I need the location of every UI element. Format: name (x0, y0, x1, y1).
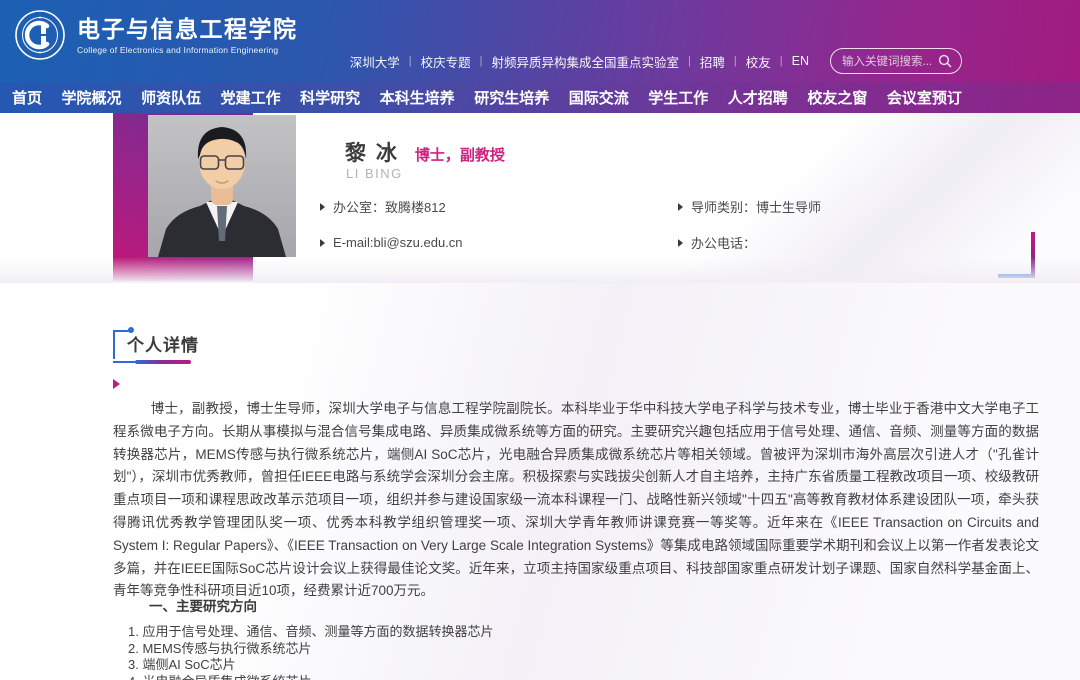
top-link-alumni[interactable]: 校友 (746, 52, 771, 71)
research-item: 2. MEMS传感与执行微系统芯片 (128, 640, 312, 656)
section-header: 个人详情 (113, 327, 199, 364)
nav-item-meeting-room[interactable]: 会议室预订 (887, 87, 962, 108)
top-link-en[interactable]: EN (792, 54, 809, 68)
research-item: 1. 应用于信号处理、通信、音频、测量等方面的数据转换器芯片 (128, 624, 494, 639)
nav-item-research[interactable]: 科学研究 (300, 87, 360, 108)
college-name-en: College of Electronics and Information E… (77, 45, 279, 55)
underline-thin (113, 361, 135, 363)
nav-item-international[interactable]: 国际交流 (569, 87, 629, 108)
field-office: 办公室： 致腾楼812 (320, 197, 678, 216)
divider: | (733, 55, 737, 67)
top-link-lab[interactable]: 射频异质异构集成全国重点实验室 (492, 52, 680, 71)
search-placeholder: 输入关键词搜索... (842, 56, 933, 68)
field-office-phone: 办公电话： (678, 233, 960, 252)
nav-item-undergrad[interactable]: 本科生培养 (380, 87, 455, 108)
top-link-szu[interactable]: 深圳大学 (350, 52, 400, 71)
research-directions: 一、主要研究方向 1. 应用于信号处理、通信、音频、测量等方面的数据转换器芯片 … (113, 595, 493, 680)
nav-item-alumni[interactable]: 校友之窗 (807, 87, 867, 108)
section-decor-dot (128, 327, 134, 333)
nav-item-home[interactable]: 首页 (12, 87, 42, 108)
research-heading: 一、主要研究方向 (149, 599, 257, 614)
college-name: 电子与信息工程学院 College of Electronics and Inf… (77, 15, 298, 55)
search-icon[interactable] (938, 54, 952, 68)
field-office-value: 致腾楼812 (385, 200, 446, 215)
biography-text: 博士，副教授，博士生导师，深圳大学电子与信息工程学院副院长。本科毕业于华中科技大… (113, 401, 1039, 599)
field-office-label: 办公室： (333, 200, 386, 215)
divider: | (408, 55, 412, 67)
profile-banner: 黎 冰 博士，副教授 LI BING 办公室： 致腾楼812 导师类别： 博士生… (0, 113, 1080, 283)
faculty-title: 博士，副教授 (414, 147, 505, 164)
search-input[interactable]: 输入关键词搜索... (830, 48, 962, 74)
nav-item-party[interactable]: 党建工作 (221, 87, 281, 108)
divider: | (688, 55, 691, 67)
underline-gradient (135, 360, 191, 364)
section-underline (113, 360, 199, 364)
faculty-name-en: LI BING (346, 166, 403, 181)
college-brand[interactable]: 电子与信息工程学院 College of Electronics and Inf… (14, 9, 298, 61)
main-nav: 首页 学院概况 师资队伍 党建工作 科学研究 本科生培养 研究生培养 国际交流 … (0, 82, 1080, 113)
section-title: 个人详情 (127, 336, 199, 355)
research-list: 1. 应用于信号处理、通信、音频、测量等方面的数据转换器芯片 2. MEMS传感… (128, 624, 493, 680)
triangle-right-icon (678, 238, 683, 247)
field-supervisor-type-label: 导师类别： (691, 200, 757, 215)
faculty-profile-page: 电子与信息工程学院 College of Electronics and Inf… (0, 0, 1080, 680)
contact-fields: 办公室： 致腾楼812 导师类别： 博士生导师 E-mail: bli@szu.… (320, 197, 960, 252)
nav-item-graduate[interactable]: 研究生培养 (474, 87, 549, 108)
field-supervisor-type: 导师类别： 博士生导师 (678, 197, 960, 216)
divider: | (779, 55, 783, 67)
details-section: 个人详情 博士，副教授，博士生导师，深圳大学电子与信息工程学院副院长。本科毕业于… (0, 283, 1080, 680)
site-header: 电子与信息工程学院 College of Electronics and Inf… (0, 0, 1080, 82)
field-email-label: E-mail: (333, 235, 374, 250)
utility-bar: 深圳大学 | 校庆专题 | 射频异质异构集成全国重点实验室 | 招聘 | 校友 … (350, 48, 962, 74)
faculty-name: 黎 冰 (345, 142, 399, 165)
triangle-right-icon (678, 202, 683, 211)
triangle-right-icon (113, 379, 120, 389)
nav-item-overview[interactable]: 学院概况 (62, 87, 122, 108)
research-item: 4. 光电融合异质集成微系统芯片 (128, 674, 493, 680)
nav-item-faculty[interactable]: 师资队伍 (141, 87, 201, 108)
section-decor-vline (113, 330, 115, 359)
triangle-right-icon (320, 202, 325, 211)
field-supervisor-type-value: 博士生导师 (756, 200, 822, 215)
field-office-phone-label: 办公电话： (691, 236, 757, 251)
research-item: 3. 端侧AI SoC芯片 (128, 657, 236, 672)
triangle-right-icon (320, 238, 325, 247)
top-link-recruit[interactable]: 招聘 (700, 52, 725, 71)
faculty-photo (148, 115, 296, 257)
field-email: E-mail: bli@szu.edu.cn (320, 233, 678, 252)
divider: | (479, 55, 483, 67)
college-name-zh: 电子与信息工程学院 (77, 16, 298, 42)
nav-item-students[interactable]: 学生工作 (648, 87, 708, 108)
banner-bottom-fade (0, 257, 1080, 283)
college-logo-icon (15, 10, 65, 60)
top-link-anniversary[interactable]: 校庆专题 (421, 52, 471, 71)
nav-item-jobs[interactable]: 人才招聘 (728, 87, 788, 108)
section-decor-tline (113, 330, 129, 332)
field-email-value[interactable]: bli@szu.edu.cn (373, 235, 462, 250)
